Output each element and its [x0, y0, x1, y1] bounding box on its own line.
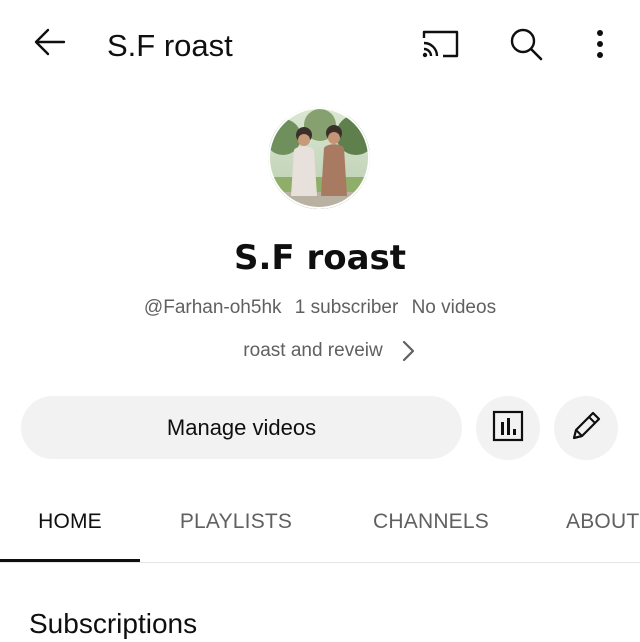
- channel-description-link[interactable]: roast and reveiw: [0, 337, 640, 365]
- video-count: No videos: [411, 297, 497, 318]
- tab-playlists[interactable]: PLAYLISTS: [150, 486, 322, 558]
- more-vertical-icon: [595, 28, 605, 65]
- tab-about[interactable]: ABOUT: [548, 486, 640, 558]
- analytics-icon: [492, 410, 524, 447]
- subscriber-count: 1 subscriber: [294, 297, 399, 318]
- search-icon: [509, 27, 543, 66]
- more-options-button[interactable]: [578, 22, 622, 70]
- arrow-left-icon: [33, 25, 67, 64]
- chevron-right-icon: [401, 340, 415, 362]
- cast-icon: [421, 28, 459, 65]
- manage-videos-button[interactable]: Manage videos: [21, 396, 462, 459]
- channel-name: S.F roast: [233, 238, 407, 278]
- tabs-divider: [0, 562, 640, 563]
- tab-channels[interactable]: CHANNELS: [340, 486, 522, 558]
- search-button[interactable]: [498, 22, 554, 70]
- page-title: S.F roast: [107, 28, 233, 63]
- section-title: Subscriptions: [29, 608, 198, 639]
- pencil-icon: [569, 409, 603, 448]
- channel-avatar[interactable]: [268, 107, 370, 209]
- cast-button[interactable]: [412, 22, 468, 70]
- analytics-button[interactable]: [476, 396, 540, 460]
- edit-channel-button[interactable]: [554, 396, 618, 460]
- channel-handle: @Farhan-oh5hk: [143, 297, 282, 318]
- channel-tabs: HOME PLAYLISTS CHANNELS ABOUT: [0, 486, 640, 562]
- back-button[interactable]: [22, 22, 78, 66]
- channel-meta: @Farhan-oh5hk 1 subscriber No videos: [0, 296, 640, 320]
- tab-home[interactable]: HOME: [0, 486, 140, 558]
- channel-description: roast and reveiw: [243, 340, 383, 361]
